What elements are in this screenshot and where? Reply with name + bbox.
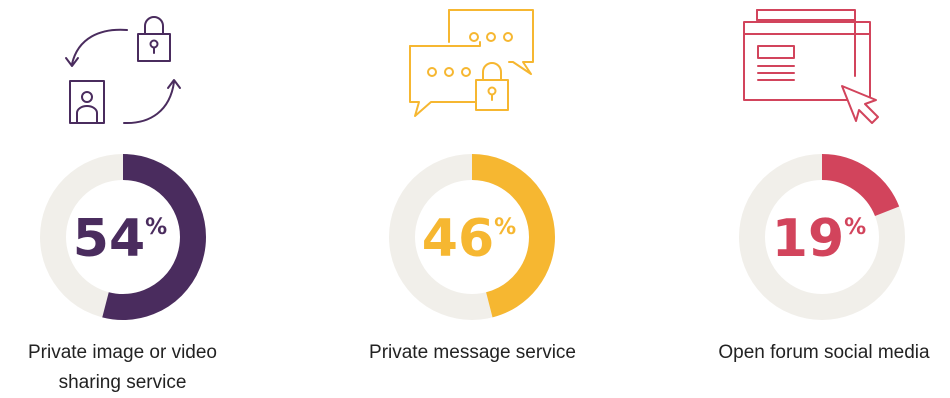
category-label-3: Open forum social media — [718, 342, 930, 363]
chat-lock-icon — [409, 9, 534, 117]
donut-54: 54% — [40, 154, 206, 320]
chart-panel-1: 54% Private image or video sharing servi… — [0, 0, 245, 398]
donut-46: 46% — [389, 154, 555, 320]
donut-19: 19% — [739, 154, 905, 320]
category-label-1: Private image or video sharing service — [27, 342, 218, 393]
lock-swap-icon — [65, 16, 181, 125]
value-label-54: 54% — [73, 209, 167, 269]
browser-cursor-icon — [743, 9, 879, 124]
value-label-46: 46% — [422, 209, 516, 269]
chart-panel-2: 46% Private message service — [350, 0, 595, 398]
chart-panel-3: 19% Open forum social media — [700, 0, 948, 398]
value-label-19: 19% — [772, 209, 866, 269]
category-label-2: Private message service — [369, 342, 576, 363]
